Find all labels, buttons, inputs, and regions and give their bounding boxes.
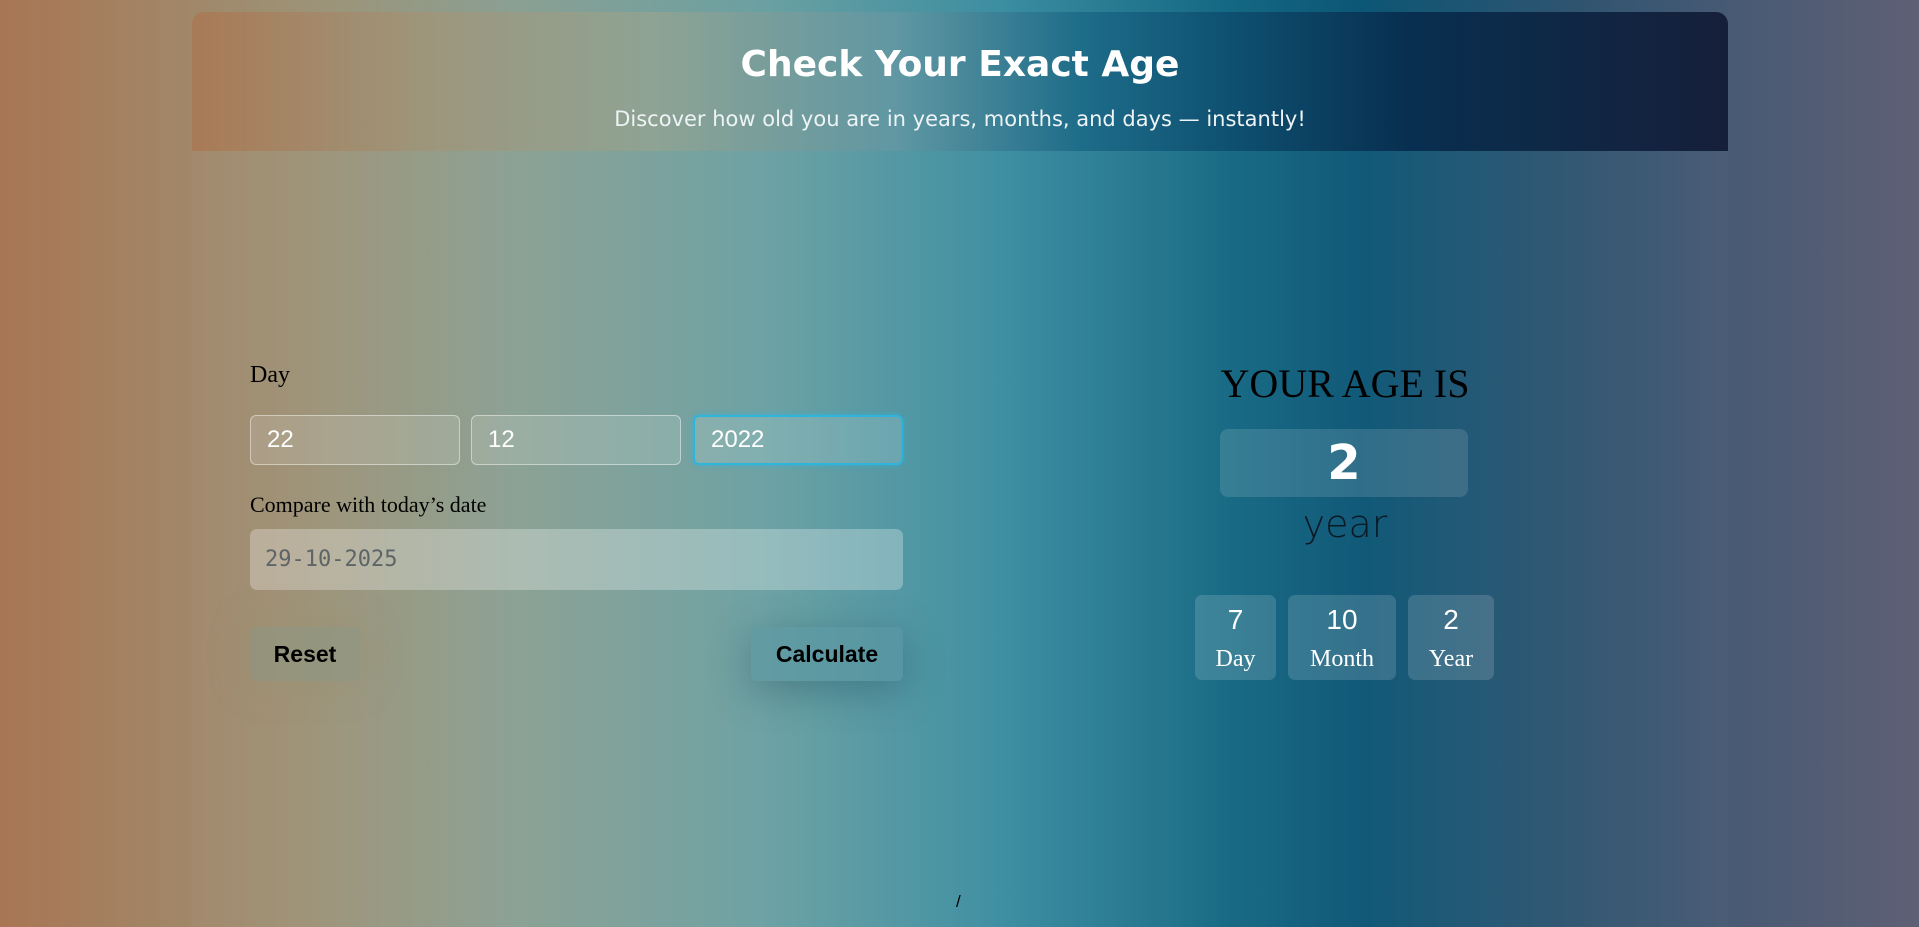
footer-text: / [956,892,961,911]
page-header: Check Your Exact Age Discover how old yo… [192,12,1728,151]
days-card: 7 Day [1195,595,1276,680]
day-input[interactable] [250,415,460,465]
days-label: Day [1215,646,1256,672]
month-input[interactable] [471,415,681,465]
calculate-button[interactable]: Calculate [751,627,903,681]
months-card: 10 Month [1288,595,1396,680]
day-label: Day [250,362,290,388]
page-subtitle: Discover how old you are in years, month… [614,107,1306,131]
compare-date-input[interactable] [250,529,903,590]
result-heading: YOUR AGE IS [1220,361,1470,406]
age-unit: year [1302,502,1388,546]
page-title: Check Your Exact Age [740,44,1180,85]
years-value: 2 [1443,604,1459,635]
reset-button[interactable]: Reset [250,627,360,681]
year-input[interactable] [693,415,903,465]
months-value: 10 [1326,604,1358,635]
age-value: 2 [1220,429,1468,497]
months-label: Month [1309,646,1374,672]
years-label: Year [1428,646,1474,672]
compare-date-label: Compare with today’s date [250,492,487,517]
years-card: 2 Year [1408,595,1494,680]
days-value: 7 [1227,604,1244,635]
